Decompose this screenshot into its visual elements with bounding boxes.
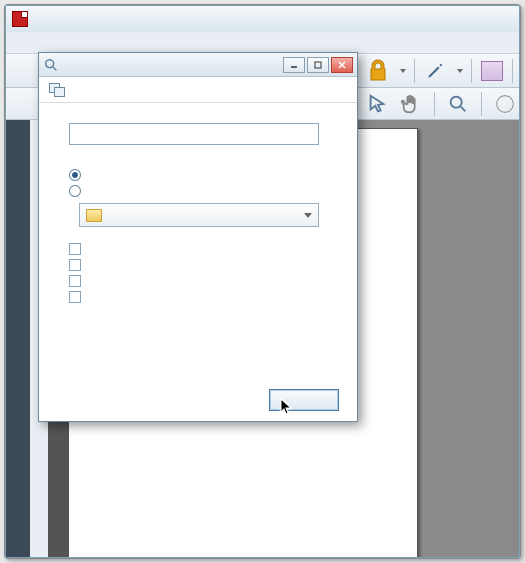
secure-lock-icon[interactable] — [366, 59, 390, 83]
check-include-comments[interactable] — [69, 291, 81, 303]
minimize-button[interactable] — [283, 57, 305, 73]
search-button[interactable] — [269, 389, 339, 411]
chevron-down-icon — [304, 213, 312, 218]
titlebar — [6, 6, 519, 32]
check-include-bookmarks[interactable] — [69, 275, 81, 287]
menubar — [6, 32, 519, 54]
zoom-out-icon[interactable] — [494, 93, 516, 115]
marquee-zoom-icon[interactable] — [447, 93, 469, 115]
pdf-file-icon — [12, 11, 28, 27]
search-dialog — [38, 52, 358, 422]
search-dialog-titlebar[interactable] — [39, 53, 357, 77]
nav-pane-strip[interactable] — [6, 120, 30, 557]
radio-all-documents[interactable] — [69, 185, 81, 197]
sign-dropdown-caret-icon[interactable] — [457, 69, 463, 73]
forms-icon[interactable] — [480, 59, 504, 83]
location-combo[interactable] — [79, 203, 319, 227]
sign-pen-icon[interactable] — [423, 59, 447, 83]
radio-current-document[interactable] — [69, 169, 81, 181]
arrange-windows-link[interactable] — [39, 77, 357, 103]
arrange-windows-icon — [49, 83, 65, 97]
folder-icon — [86, 209, 102, 222]
check-whole-words[interactable] — [69, 243, 81, 255]
hand-tool-icon[interactable] — [400, 93, 422, 115]
secure-dropdown-caret-icon[interactable] — [400, 69, 406, 73]
check-case-sensitive[interactable] — [69, 259, 81, 271]
search-icon — [43, 57, 59, 73]
search-input[interactable] — [69, 123, 319, 145]
maximize-button[interactable] — [307, 57, 329, 73]
select-tool-icon[interactable] — [366, 93, 388, 115]
close-button[interactable] — [331, 57, 353, 73]
